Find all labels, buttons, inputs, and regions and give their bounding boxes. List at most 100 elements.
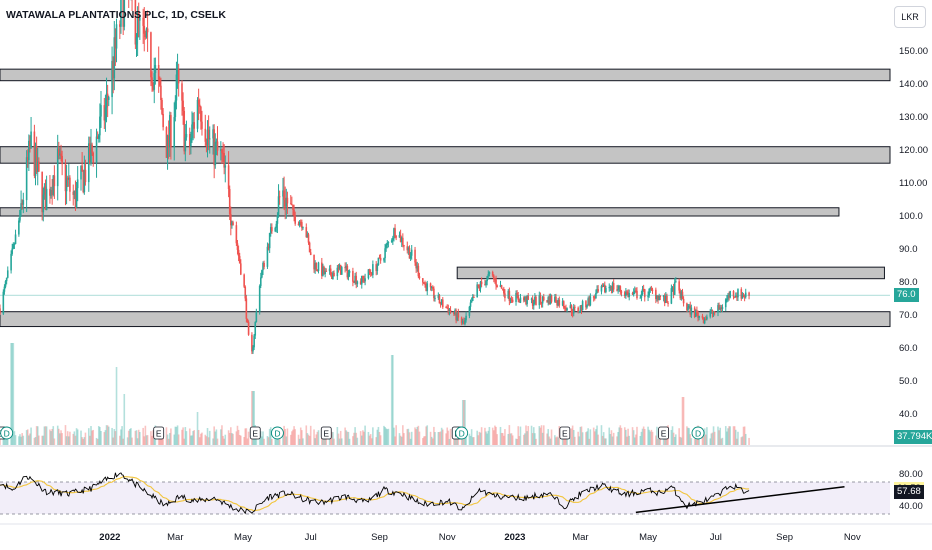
candle-body <box>236 243 239 250</box>
candle-body <box>535 296 537 306</box>
earnings-marker[interactable]: E <box>153 426 165 440</box>
candle-body <box>713 312 716 314</box>
zone-layer <box>0 68 891 328</box>
candle-body <box>301 222 303 228</box>
candle-body <box>632 292 635 295</box>
candle-body <box>243 274 245 287</box>
support-resistance-zone <box>0 68 891 82</box>
candle-body <box>431 287 434 289</box>
candle-body <box>160 85 162 100</box>
candle-body <box>385 244 387 249</box>
candle-body <box>240 263 242 275</box>
dividend-marker-label: D <box>4 429 10 439</box>
volume-bar <box>123 394 126 445</box>
candle-body <box>22 200 25 205</box>
candle-body <box>650 288 653 290</box>
volume-bar <box>333 438 335 445</box>
candle-body <box>10 253 12 271</box>
candle-body <box>508 290 511 301</box>
candle-body <box>60 153 62 156</box>
candle-body <box>247 322 250 335</box>
volume-bar <box>193 430 196 445</box>
volume-tag: 37.794K <box>894 430 932 444</box>
earnings-marker[interactable]: E <box>658 426 670 440</box>
candle-body <box>384 248 386 259</box>
volume-bar <box>542 425 545 445</box>
volume-bar <box>45 426 48 445</box>
candle-body <box>670 288 673 304</box>
candle-body <box>434 297 436 299</box>
volume-bar <box>690 438 693 445</box>
candle-body <box>527 295 530 300</box>
candle-body <box>449 309 452 312</box>
dividend-marker[interactable]: D <box>0 426 14 440</box>
candle-body <box>480 281 483 285</box>
earnings-marker-label: E <box>252 429 258 439</box>
candle-body <box>485 281 487 286</box>
time-axis-label: 2023 <box>504 532 525 543</box>
candle-body <box>558 299 561 306</box>
candle-body <box>75 188 78 208</box>
candle-body <box>91 144 93 153</box>
candle-body <box>246 318 249 323</box>
candle-body <box>228 189 231 215</box>
candle-body <box>701 315 704 318</box>
volume-bar <box>379 435 382 445</box>
currency-button[interactable]: LKR <box>894 6 926 28</box>
candle-body <box>491 272 494 276</box>
candle-body <box>153 73 156 90</box>
volume-bar <box>620 427 623 445</box>
candle-body <box>732 291 735 297</box>
earnings-marker[interactable]: E <box>320 426 332 440</box>
volume-bar <box>309 425 312 445</box>
volume-bar <box>535 438 537 445</box>
candle-body <box>174 100 177 118</box>
candle-body <box>224 165 227 168</box>
candle-body <box>263 263 265 267</box>
price-axis-tick: 100.0 <box>899 211 923 222</box>
candle-body <box>647 295 649 298</box>
earnings-marker[interactable]: E <box>249 426 261 440</box>
candle-body <box>197 99 200 105</box>
volume-bar <box>177 434 180 445</box>
candle-body <box>30 131 32 148</box>
candle-body <box>570 305 573 313</box>
candle-body <box>95 136 98 163</box>
volume-bar <box>372 427 374 445</box>
earnings-marker[interactable]: E <box>559 426 571 440</box>
dividend-marker[interactable]: D <box>455 426 469 440</box>
volume-bar <box>488 426 491 445</box>
volume-bar <box>170 428 172 445</box>
candle-body <box>277 196 280 216</box>
volume-bar <box>418 431 421 445</box>
volume-bar <box>612 432 615 445</box>
candle-body <box>107 97 110 100</box>
candle-body <box>0 308 1 314</box>
candle-body <box>181 83 183 101</box>
volume-bar <box>14 435 17 445</box>
candle-body <box>293 209 295 216</box>
candle-body <box>266 246 269 267</box>
dividend-marker[interactable]: D <box>691 426 705 440</box>
candle-body <box>3 286 6 292</box>
candle-body <box>581 301 584 311</box>
candle-body <box>678 281 680 291</box>
candle-body <box>347 272 350 278</box>
candle-body <box>651 289 654 291</box>
candle-body <box>465 315 467 321</box>
candle-body <box>605 288 607 292</box>
candle-body <box>193 122 196 129</box>
candle-body <box>409 255 412 259</box>
candle-body <box>566 308 568 311</box>
support-resistance-zone <box>456 266 885 280</box>
candle-body <box>469 302 472 307</box>
candle-body <box>550 295 553 302</box>
support-resistance-zone <box>0 311 891 328</box>
dividend-marker[interactable]: D <box>270 426 284 440</box>
candle-body <box>216 141 219 151</box>
candle-body <box>238 256 241 264</box>
candle-body <box>61 155 63 165</box>
earnings-marker-label: E <box>562 429 568 439</box>
volume-bar <box>410 431 413 445</box>
axes-layer: 150.00 140.00 130.00 120.00 110.00 100.0 90.0 8… <box>0 46 932 543</box>
